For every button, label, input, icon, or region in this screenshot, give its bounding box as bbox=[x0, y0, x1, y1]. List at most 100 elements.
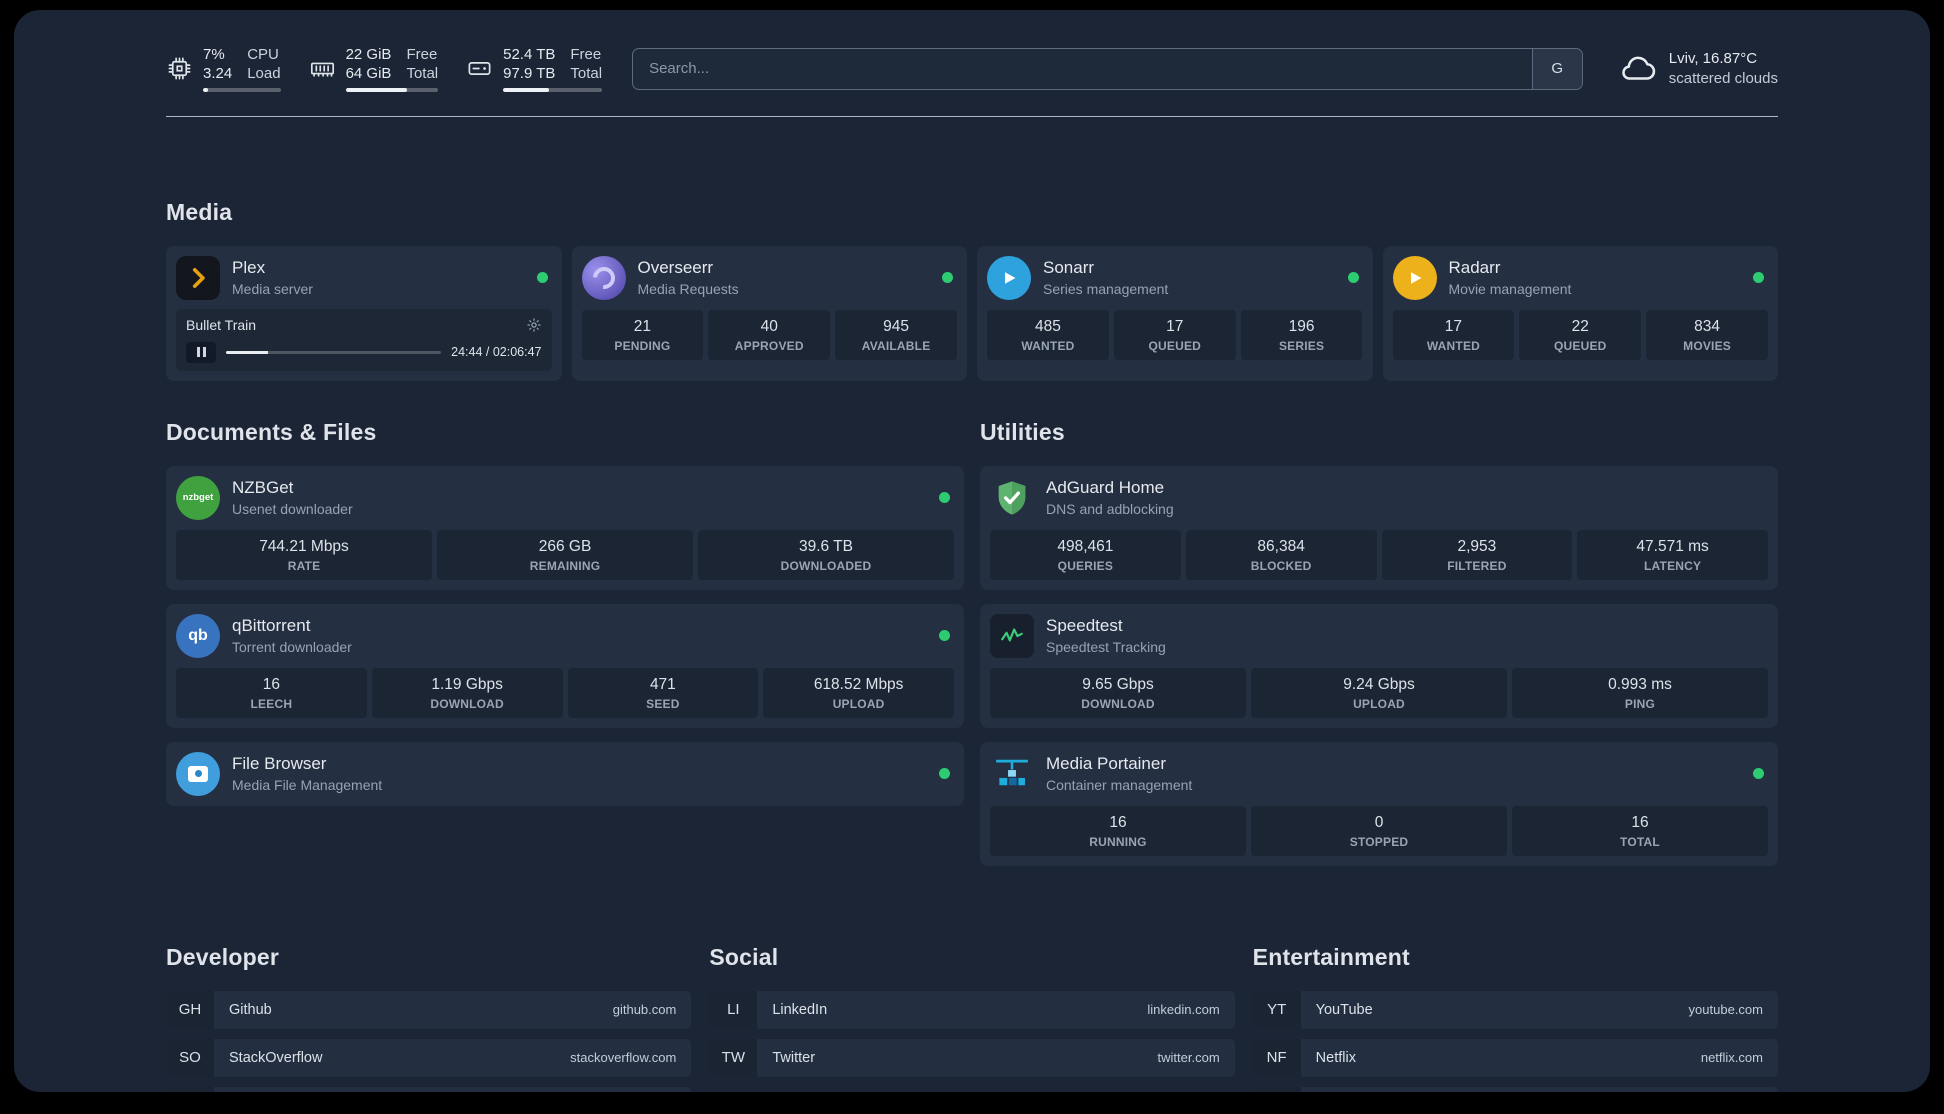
service-name: qBittorrent bbox=[232, 616, 311, 635]
bookmark-abbr: TW bbox=[709, 1038, 758, 1077]
bookmark-dev[interactable]: DT DEV dev.to bbox=[166, 1086, 692, 1092]
ram-monitor: 22 GiB 64 GiB Free Total bbox=[309, 46, 439, 92]
bookmark-abbr: SO bbox=[166, 1038, 214, 1077]
plex-texts: Plex Media server bbox=[232, 258, 313, 297]
filebrowser-icon-dot bbox=[194, 770, 202, 777]
stat-label: WANTED bbox=[1021, 338, 1075, 353]
service-name: Media Portainer bbox=[1046, 754, 1167, 773]
disk-total-label: Total bbox=[570, 64, 603, 82]
cpu-monitor-body: 7% 3.24 CPU Load bbox=[203, 46, 281, 92]
bookmark-github[interactable]: GH Github github.com bbox=[166, 990, 692, 1029]
ram-free-label: Free bbox=[406, 46, 438, 63]
bookmark-name: StackOverflow bbox=[229, 1049, 323, 1066]
section-title-media: Media bbox=[166, 198, 233, 225]
status-dot bbox=[939, 630, 950, 641]
service-card-filebrowser[interactable]: File Browser Media File Management bbox=[166, 741, 964, 806]
stat-value: 17 bbox=[1166, 317, 1184, 335]
stat-value: 9.24 Gbps bbox=[1343, 675, 1415, 693]
stat-label: QUERIES bbox=[1057, 558, 1114, 573]
disk-monitor: 52.4 TB 97.9 TB Free Total bbox=[466, 46, 603, 92]
sonarr-texts: Sonarr Series management bbox=[1043, 258, 1168, 297]
service-subtitle: Series management bbox=[1043, 281, 1169, 297]
stat-value: 86,384 bbox=[1257, 537, 1305, 555]
portainer-header: Media Portainer Container management bbox=[990, 752, 1768, 796]
filebrowser-header: File Browser Media File Management bbox=[176, 751, 954, 796]
nzbget-icon-text: nzbget bbox=[182, 492, 214, 503]
playback-progress-track[interactable] bbox=[226, 350, 442, 354]
sonarr-header: Sonarr Series management bbox=[987, 255, 1363, 300]
stat-tile: 86,384 BLOCKED bbox=[1185, 529, 1377, 580]
bookmark-name: Twitter bbox=[772, 1049, 816, 1066]
service-name: File Browser bbox=[232, 754, 327, 773]
stat-tile: 834 MOVIES bbox=[1646, 309, 1768, 360]
qbittorrent-icon: qb bbox=[176, 613, 220, 658]
stat-value: 834 bbox=[1694, 317, 1720, 335]
status-dot bbox=[536, 272, 548, 283]
bookmark-group-entertainment: Entertainment YT YouTube youtube.com NF … bbox=[1252, 944, 1778, 1092]
service-subtitle: Container management bbox=[1046, 777, 1193, 793]
section-title-social: Social bbox=[709, 943, 779, 970]
stat-value: 618.52 Mbps bbox=[813, 675, 904, 693]
service-card-portainer[interactable]: Media Portainer Container management 16 … bbox=[980, 741, 1778, 866]
service-card-radarr[interactable]: Radarr Movie management 17 WANTED 22 QUE… bbox=[1382, 245, 1778, 381]
search-provider-button[interactable]: G bbox=[1531, 48, 1582, 89]
stat-label: SEED bbox=[646, 696, 680, 711]
service-card-nzbget[interactable]: nzbget NZBGet Usenet downloader 744.21 M… bbox=[166, 465, 964, 590]
service-card-qbittorrent[interactable]: qb qBittorrent Torrent downloader 16 LEE… bbox=[166, 603, 964, 728]
stat-value: 9.65 Gbps bbox=[1082, 675, 1154, 693]
bookmark-reddit[interactable]: RE Reddit reddit.com bbox=[1252, 1086, 1778, 1092]
stat-label: PENDING bbox=[614, 338, 671, 353]
bookmark-domain: netflix.com bbox=[1700, 1050, 1763, 1065]
service-subtitle: Torrent downloader bbox=[232, 639, 352, 655]
service-card-plex[interactable]: Plex Media server Bullet Train 24:44 / 0… bbox=[166, 245, 562, 381]
stat-label: PING bbox=[1624, 696, 1656, 711]
stat-value: 744.21 Mbps bbox=[259, 537, 349, 555]
portainer-crane-icon bbox=[990, 752, 1034, 796]
stat-value: 2,953 bbox=[1457, 537, 1497, 555]
sonarr-stats: 485 WANTED 17 QUEUED 196 SERIES bbox=[987, 309, 1363, 360]
service-card-sonarr[interactable]: Sonarr Series management 485 WANTED 17 Q… bbox=[977, 245, 1373, 381]
qbittorrent-texts: qBittorrent Torrent downloader bbox=[232, 616, 352, 655]
utilities-cards: AdGuard Home DNS and adblocking 498,461 … bbox=[980, 465, 1778, 866]
ram-total-label: Total bbox=[406, 64, 439, 82]
portainer-stats: 16 RUNNING 0 STOPPED 16 TOTAL bbox=[990, 805, 1768, 856]
overseerr-header: Overseerr Media Requests bbox=[581, 255, 958, 300]
bookmark-linkedin[interactable]: LI LinkedIn linkedin.com bbox=[709, 990, 1235, 1029]
bookmark-youtube[interactable]: YT YouTube youtube.com bbox=[1252, 990, 1778, 1029]
stat-label: SERIES bbox=[1278, 338, 1325, 353]
status-dot bbox=[942, 272, 953, 283]
bookmark-stackoverflow[interactable]: SO StackOverflow stackoverflow.com bbox=[166, 1038, 692, 1077]
search-bar: G bbox=[632, 47, 1583, 90]
status-dot bbox=[939, 768, 950, 779]
ram-progress-track bbox=[345, 87, 439, 92]
weather-text: Lviv, 16.87°C scattered clouds bbox=[1669, 49, 1778, 90]
playback-time: 24:44 / 02:06:47 bbox=[451, 345, 542, 359]
stat-tile: 196 SERIES bbox=[1240, 309, 1363, 360]
plex-now-playing-row: Bullet Train bbox=[186, 317, 542, 333]
cpu-monitor-values: 7% 3.24 CPU Load bbox=[203, 46, 281, 84]
stat-tile: 16 LEECH bbox=[176, 667, 367, 718]
search-input[interactable] bbox=[633, 60, 1532, 78]
bookmark-twitter[interactable]: TW Twitter twitter.com bbox=[709, 1038, 1235, 1077]
speedtest-header: Speedtest Speedtest Tracking bbox=[990, 613, 1768, 658]
stat-value: 39.6 TB bbox=[798, 537, 853, 555]
stat-tile: 0.993 ms PING bbox=[1512, 667, 1768, 718]
service-card-adguard[interactable]: AdGuard Home DNS and adblocking 498,461 … bbox=[980, 465, 1778, 590]
stat-value: 485 bbox=[1034, 317, 1061, 335]
pause-button[interactable] bbox=[186, 341, 216, 363]
weather-condition: scattered clouds bbox=[1668, 69, 1778, 87]
radarr-stats: 17 WANTED 22 QUEUED 834 MOVIES bbox=[1392, 309, 1769, 360]
stat-tile: 1.19 Gbps DOWNLOAD bbox=[371, 667, 563, 718]
ram-monitor-values: 22 GiB 64 GiB Free Total bbox=[346, 46, 439, 84]
service-name: AdGuard Home bbox=[1046, 478, 1165, 497]
service-card-speedtest[interactable]: Speedtest Speedtest Tracking 9.65 Gbps D… bbox=[980, 603, 1778, 728]
plex-player-row: 24:44 / 02:06:47 bbox=[186, 341, 542, 363]
status-dot bbox=[1347, 272, 1359, 283]
service-card-overseerr[interactable]: Overseerr Media Requests 21 PENDING 40 A… bbox=[571, 245, 967, 381]
stat-tile: 16 TOTAL bbox=[1512, 805, 1768, 856]
gear-icon[interactable] bbox=[526, 317, 542, 333]
bookmark-name: Netflix bbox=[1315, 1049, 1356, 1066]
bookmark-netflix[interactable]: NF Netflix netflix.com bbox=[1252, 1038, 1778, 1077]
stat-label: DOWNLOAD bbox=[430, 696, 504, 711]
disk-icon bbox=[466, 55, 493, 82]
